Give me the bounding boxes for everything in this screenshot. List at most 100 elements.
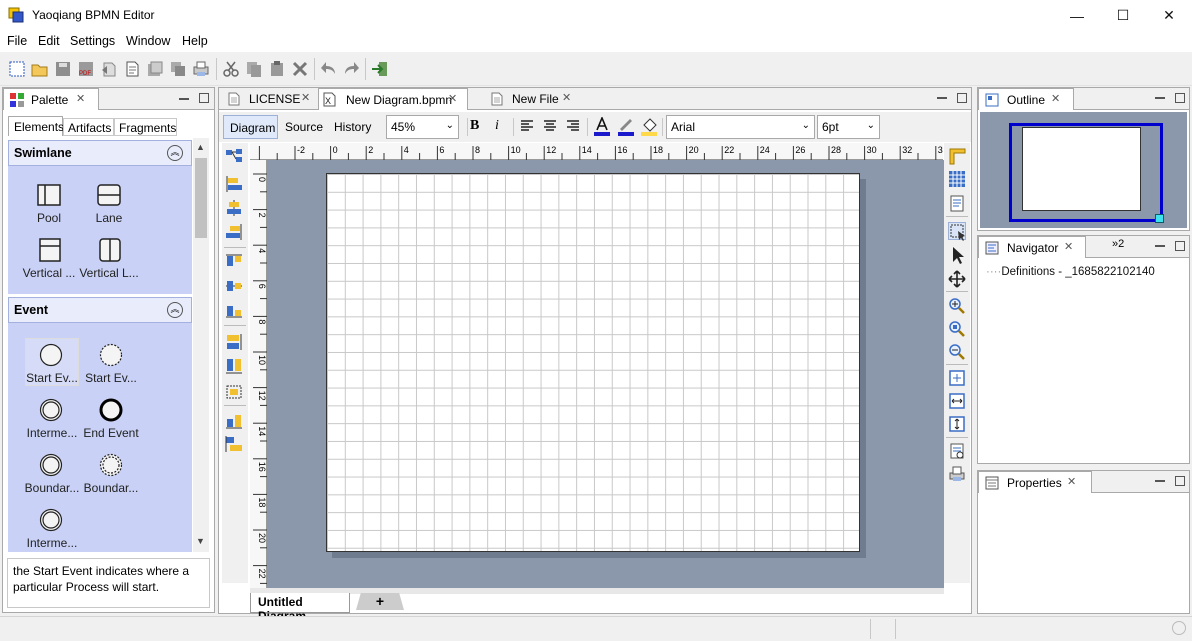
minimize-icon[interactable] (179, 98, 189, 100)
align-right-shapes-icon[interactable] (225, 223, 243, 241)
vertical-pool-icon[interactable] (39, 238, 61, 265)
marquee-select-icon[interactable] (948, 222, 966, 241)
collapse-icon[interactable]: ︽ (167, 145, 183, 161)
lane-label[interactable]: Lane (77, 211, 141, 225)
new-diagram-icon[interactable] (8, 60, 26, 78)
same-size-icon[interactable] (225, 383, 243, 401)
start-event-icon[interactable] (39, 343, 63, 370)
outline-view-tab[interactable]: Outline ✕ (978, 88, 1074, 110)
zoom-out-icon[interactable] (948, 343, 966, 361)
save-all-icon[interactable] (146, 60, 164, 78)
minimize-icon[interactable] (1155, 245, 1165, 247)
undo-icon[interactable] (320, 60, 338, 78)
outline-resize-handle[interactable] (1155, 214, 1164, 223)
print-icon[interactable] (192, 60, 210, 78)
document-icon[interactable] (123, 60, 141, 78)
end-event-label[interactable]: End Event (79, 426, 143, 440)
font-color-icon[interactable] (593, 115, 611, 140)
pool-icon[interactable] (37, 184, 61, 209)
add-sheet-button[interactable]: + (356, 593, 404, 610)
lane-icon[interactable] (97, 184, 121, 209)
menu-window[interactable]: Window (126, 34, 170, 48)
fit-height-icon[interactable] (948, 415, 966, 433)
font-family-select[interactable]: Arial ⌄ (666, 115, 815, 139)
vertical-layout-icon[interactable] (225, 147, 243, 165)
view-tab-source[interactable]: Source (285, 120, 323, 134)
scroll-up-icon[interactable]: ▲ (196, 142, 205, 152)
close-icon[interactable]: ✕ (76, 92, 85, 105)
section-header-event[interactable]: Event ︽ (8, 297, 192, 323)
align-middle-icon[interactable] (225, 277, 243, 295)
align-bottom-icon[interactable] (225, 301, 243, 319)
start-event-label[interactable]: Start Ev... (79, 371, 143, 385)
end-event-icon[interactable] (99, 398, 123, 425)
view-overflow-button[interactable]: »2 (1112, 238, 1124, 250)
close-icon[interactable]: ✕ (1064, 240, 1073, 253)
view-tab-history[interactable]: History (334, 120, 371, 134)
minimize-button[interactable]: — (1054, 0, 1100, 31)
tab-fragments[interactable]: Fragments (114, 118, 177, 136)
properties-view-tab[interactable]: Properties ✕ (978, 471, 1092, 493)
scroll-thumb[interactable] (195, 158, 207, 238)
align-center-icon[interactable] (543, 120, 557, 136)
close-icon[interactable]: ✕ (1051, 92, 1060, 105)
bold-button[interactable]: B (470, 118, 479, 134)
save-icon[interactable] (54, 60, 72, 78)
page-setup-icon[interactable] (948, 194, 966, 212)
delete-icon[interactable] (291, 60, 309, 78)
minimize-icon[interactable] (1155, 480, 1165, 482)
menu-file[interactable]: File (7, 34, 27, 48)
boundary-event-label[interactable]: Boundar... (79, 481, 143, 495)
align-left-shapes-icon[interactable] (225, 175, 243, 193)
vertical-lane-label[interactable]: Vertical L... (77, 266, 141, 280)
copy-window-icon[interactable] (169, 60, 187, 78)
pool-label[interactable]: Pool (17, 211, 81, 225)
italic-button[interactable]: i (495, 118, 499, 134)
font-size-select[interactable]: 6pt ⌄ (817, 115, 880, 139)
tab-new-file[interactable]: New File ✕ (485, 88, 585, 110)
intermediate-event-icon[interactable] (39, 398, 63, 425)
navigator-view-tab[interactable]: Navigator ✕ (978, 236, 1086, 258)
tab-elements[interactable]: Elements (8, 116, 64, 136)
distribute-vertical-icon[interactable] (225, 435, 243, 453)
canvas-hscroll[interactable] (250, 588, 944, 594)
close-icon[interactable]: ✕ (562, 91, 571, 104)
ruler-toggle-icon[interactable] (948, 147, 966, 165)
close-button[interactable]: ✕ (1146, 0, 1192, 31)
diagram-page[interactable] (326, 173, 860, 552)
maximize-icon[interactable] (1175, 476, 1185, 486)
zoom-actual-icon[interactable] (948, 320, 966, 338)
fill-color-icon[interactable] (640, 117, 658, 140)
export-icon[interactable] (100, 60, 118, 78)
tab-new-diagram[interactable]: X New Diagram.bpmn ✕ (318, 88, 468, 110)
paste-icon[interactable] (268, 60, 286, 78)
maximize-icon[interactable] (199, 93, 209, 103)
grid-toggle-icon[interactable] (948, 170, 966, 188)
close-icon[interactable]: ✕ (301, 91, 310, 104)
print-diagram-icon[interactable] (948, 465, 966, 483)
collapse-icon[interactable]: ︽ (167, 302, 183, 318)
exit-icon[interactable] (371, 60, 389, 78)
boundary-event-label[interactable]: Boundar... (20, 481, 84, 495)
align-left-icon[interactable] (520, 120, 534, 136)
minimize-icon[interactable] (937, 97, 947, 99)
save-as-pdf-icon[interactable]: PDF (77, 60, 95, 78)
sheet-tab-untitled[interactable]: Untitled Diagram (250, 593, 350, 623)
tab-artifacts[interactable]: Artifacts (63, 118, 114, 136)
intermediate-event-label[interactable]: Interme... (20, 426, 84, 440)
align-center-shapes-icon[interactable] (225, 199, 243, 217)
intermediate-throw-event-icon[interactable] (39, 508, 63, 535)
same-height-icon[interactable] (225, 357, 243, 375)
copy-icon[interactable] (245, 60, 263, 78)
align-top-icon[interactable] (225, 253, 243, 271)
close-icon[interactable]: ✕ (448, 92, 457, 105)
close-icon[interactable]: ✕ (1067, 475, 1076, 488)
boundary-event-noninterrupting-icon[interactable] (99, 453, 123, 480)
tree-item-definitions[interactable]: ····Definitions - _1685822102140 (986, 266, 1155, 278)
menu-settings[interactable]: Settings (70, 34, 115, 48)
start-event-noninterrupting-icon[interactable] (99, 343, 123, 370)
vertical-pool-label[interactable]: Vertical ... (17, 266, 81, 280)
zoom-select[interactable]: 45% ⌄ (386, 115, 459, 139)
start-event-label[interactable]: Start Ev... (20, 371, 84, 385)
boundary-event-icon[interactable] (39, 453, 63, 480)
